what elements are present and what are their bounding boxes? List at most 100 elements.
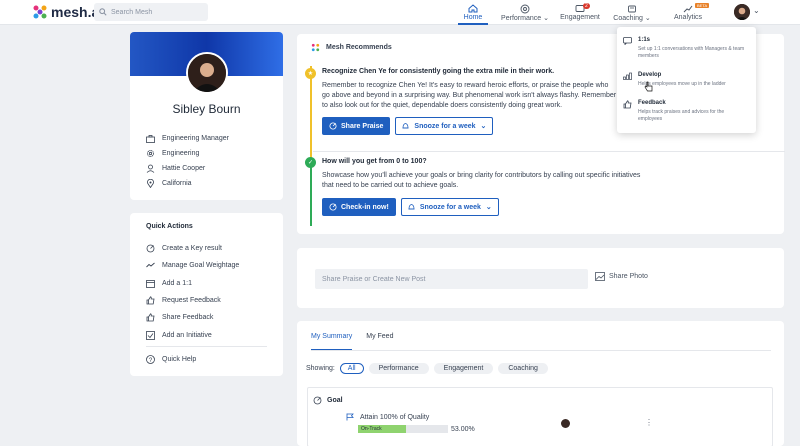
profile-location-row: California (146, 179, 229, 188)
quick-actions-title: Quick Actions (146, 223, 193, 230)
chevron-down-icon[interactable]: ⌄ (753, 6, 760, 15)
image-icon (595, 272, 605, 281)
search-icon (99, 8, 107, 16)
nav-coaching[interactable]: Coaching ⌄ (612, 3, 652, 25)
thumbs-up-icon (146, 313, 155, 322)
nav-home[interactable]: Home (458, 3, 488, 25)
target-icon (520, 4, 530, 13)
divider (311, 350, 771, 351)
target-icon (329, 203, 337, 211)
quick-action-share-feedback[interactable]: Share Feedback (146, 309, 267, 326)
chevron-down-icon: ⌄ (480, 123, 487, 130)
checkbox-icon (146, 330, 155, 340)
coaching-icon (628, 5, 636, 12)
menu-item-title: Feedback (638, 100, 666, 106)
recommendation-actions: Share Praise Snooze for a week ⌄ (322, 117, 622, 135)
quick-action-request-feedback[interactable]: Request Feedback (146, 292, 267, 309)
chevron-down-icon: ⌄ (485, 204, 492, 211)
profile-card: Sibley Bourn Engineering Manager Enginee… (130, 32, 283, 200)
menu-item-desc: Set up 1:1 conversations with Managers &… (638, 46, 745, 59)
chevron-down-icon: ⌄ (543, 15, 549, 22)
logo[interactable]: mesh.ai (32, 4, 103, 20)
tab-my-feed[interactable]: My Feed (366, 333, 393, 351)
recommendation-title: Recognize Chen Ye for consistently going… (322, 68, 555, 75)
profile-name: Sibley Bourn (172, 102, 241, 116)
recommendation-body: Remember to recognize Chen Ye! It's easy… (322, 82, 617, 109)
search-placeholder: Search Mesh (111, 8, 153, 16)
nav-coaching-label: Coaching ⌄ (613, 15, 651, 22)
profile-manager-row: Hattie Cooper (146, 164, 229, 173)
user-avatar[interactable] (734, 4, 750, 20)
status-badge: On-Track (361, 426, 382, 432)
nav-performance-label: Performance ⌄ (501, 15, 549, 22)
target-icon (329, 122, 337, 130)
calendar-icon (146, 279, 155, 288)
person-icon (146, 164, 155, 173)
filter-coaching[interactable]: Coaching (498, 363, 548, 374)
quick-action-add-initiative[interactable]: Add an Initiative (146, 326, 267, 343)
avatar-image (734, 4, 750, 20)
thumbs-up-icon (146, 296, 155, 305)
recommendation-body: Showcase how you'll achieve your goals o… (322, 172, 641, 189)
quick-help-link[interactable]: ? Quick Help (146, 351, 267, 368)
quick-action-add-1on1[interactable]: Add a 1:1 (146, 275, 267, 292)
filter-performance[interactable]: Performance (368, 363, 429, 374)
post-input[interactable]: Share Praise or Create New Post (315, 269, 588, 289)
quick-help-label: Quick Help (162, 355, 197, 363)
divider (146, 345, 267, 347)
avatar-image (188, 54, 226, 92)
search-input[interactable]: Search Mesh (94, 3, 208, 21)
bell-icon (408, 204, 415, 210)
create-post-card: Share Praise or Create New Post Share Ph… (297, 248, 784, 308)
target-icon (313, 396, 322, 405)
profile-info: Engineering Manager Engineering Hattie C… (146, 134, 229, 188)
recommends-title: Mesh Recommends (326, 44, 392, 51)
location-pin-icon (147, 179, 154, 188)
goal-owner-avatar[interactable] (561, 419, 570, 428)
gear-icon (147, 150, 154, 157)
filter-engagement[interactable]: Engagement (433, 363, 494, 374)
nav-analytics-label: Analytics (673, 14, 702, 21)
profile-location: California (162, 180, 192, 187)
check-in-button[interactable]: Check-in now! (322, 198, 396, 216)
profile-avatar (186, 52, 228, 94)
coaching-menu-develop[interactable]: Develop Helps employees move up in the l… (623, 72, 748, 88)
briefcase-icon (146, 134, 155, 143)
menu-item-title: 1:1s (638, 37, 651, 43)
nav-performance[interactable]: Performance ⌄ (500, 3, 550, 25)
mesh-logo-icon (311, 43, 320, 52)
beta-badge: BETA (695, 3, 710, 8)
hand-cursor-icon (644, 81, 653, 92)
tab-my-summary[interactable]: My Summary (311, 333, 353, 351)
goal-header: Goal (313, 396, 343, 405)
nav-engagement-label: Engagement (560, 14, 600, 21)
recommendation-checkin: How will you get from 0 to 100? Showcase… (322, 158, 657, 220)
coaching-menu-1on1s[interactable]: 1:1s Set up 1:1 conversations with Manag… (623, 37, 748, 60)
profile-department: Engineering (162, 150, 200, 157)
more-options-icon[interactable]: ⋮ (645, 418, 653, 427)
snooze-button[interactable]: Snooze for a week ⌄ (395, 117, 494, 135)
quick-action-label: Request Feedback (162, 297, 221, 305)
timeline-green (310, 158, 312, 226)
divider (313, 151, 785, 152)
quick-action-create-key-result[interactable]: Create a Key result (146, 240, 267, 257)
nav-analytics[interactable]: BETA Analytics (668, 3, 710, 25)
chat-icon (623, 37, 632, 45)
recommends-header: Mesh Recommends (311, 43, 392, 52)
filter-all[interactable]: All (339, 363, 364, 374)
trend-icon (683, 5, 693, 12)
snooze-button[interactable]: Snooze for a week ⌄ (400, 198, 499, 216)
coaching-menu-feedback[interactable]: Feedback Helps track praises and advices… (623, 100, 748, 123)
share-praise-button[interactable]: Share Praise (322, 117, 391, 135)
engagement-badge: 2 (583, 3, 590, 9)
mesh-logo-icon (33, 5, 47, 19)
share-photo-button[interactable]: Share Photo (595, 272, 648, 281)
chevron-down-icon: ⌄ (644, 15, 651, 22)
nav-engagement[interactable]: 2 Engagement (560, 3, 600, 25)
goal-item[interactable]: Attain 100% of Quality (346, 413, 429, 421)
thumbs-up-icon (623, 100, 632, 109)
summary-card: My Summary My Feed Showing: All Performa… (297, 321, 784, 446)
quick-action-manage-goal-weightage[interactable]: Manage Goal Weightage (146, 257, 267, 274)
progress-bar: On-Track (358, 425, 448, 433)
recommendation-title: How will you get from 0 to 100? (322, 158, 427, 165)
